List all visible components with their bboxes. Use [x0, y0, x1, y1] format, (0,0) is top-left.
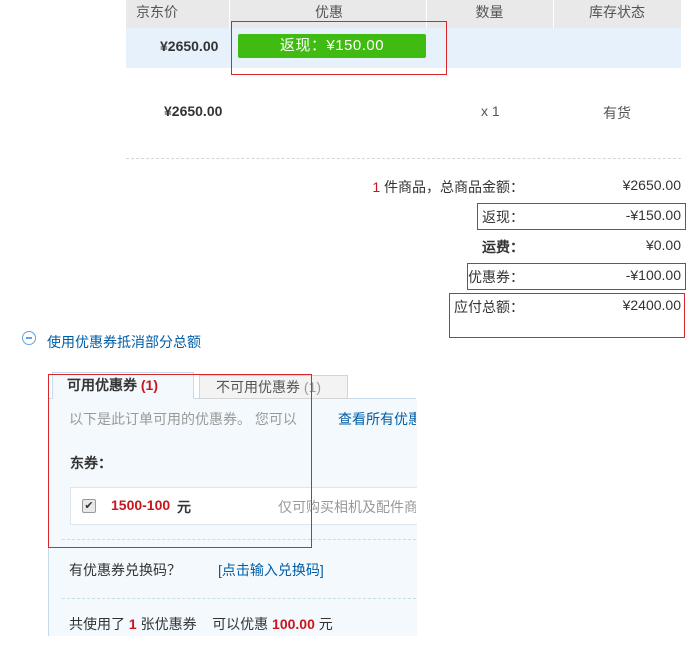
panel-divider-1	[62, 539, 416, 540]
header-stock: 库存状态	[589, 4, 645, 20]
usage-prefix: 共使用了	[69, 616, 125, 632]
summary-count-label: 件商品，总商品金额：	[384, 179, 524, 195]
summary-shipping-value: ¥0.00	[645, 237, 681, 253]
item-price: ¥2650.00	[164, 103, 223, 119]
summary-item-count: 1	[372, 179, 381, 195]
coupon-usage-summary: 共使用了 1 张优惠券 可以优惠 100.00 元	[69, 614, 333, 634]
highlight-box-payable	[449, 293, 685, 338]
summary-count-line: 1 件商品，总商品金额：	[372, 177, 524, 197]
usage-amount: 100.00	[272, 616, 315, 632]
redeem-code-link[interactable]: [点击输入兑换码]	[218, 560, 324, 580]
highlight-box-coupon-tab	[48, 374, 312, 548]
header-jd-price: 京东价	[136, 4, 178, 20]
item-stock-status: 有货	[603, 105, 631, 121]
summary-total-value: ¥2650.00	[622, 177, 681, 193]
highlight-box-summary-coupon	[467, 263, 686, 290]
panel-divider-2	[62, 598, 416, 599]
redeem-code-label: 有优惠券兑换码？	[69, 562, 181, 578]
item-quantity: x 1	[481, 103, 500, 119]
use-coupon-toggle[interactable]: 使用优惠券抵消部分总额	[47, 332, 201, 352]
view-all-coupons-link[interactable]: 查看所有优惠	[338, 409, 416, 429]
highlight-box-summary-cashback	[477, 203, 686, 230]
usage-mid: 张优惠券 可以优惠	[140, 616, 269, 632]
discount-row-price: ¥2650.00	[160, 38, 219, 54]
divider	[126, 158, 681, 159]
collapse-minus-icon[interactable]	[22, 331, 36, 345]
usage-count: 1	[128, 616, 137, 632]
summary-shipping-label: 运费：	[482, 239, 524, 255]
usage-unit: 元	[318, 616, 333, 632]
highlight-box-cashback	[231, 21, 447, 75]
